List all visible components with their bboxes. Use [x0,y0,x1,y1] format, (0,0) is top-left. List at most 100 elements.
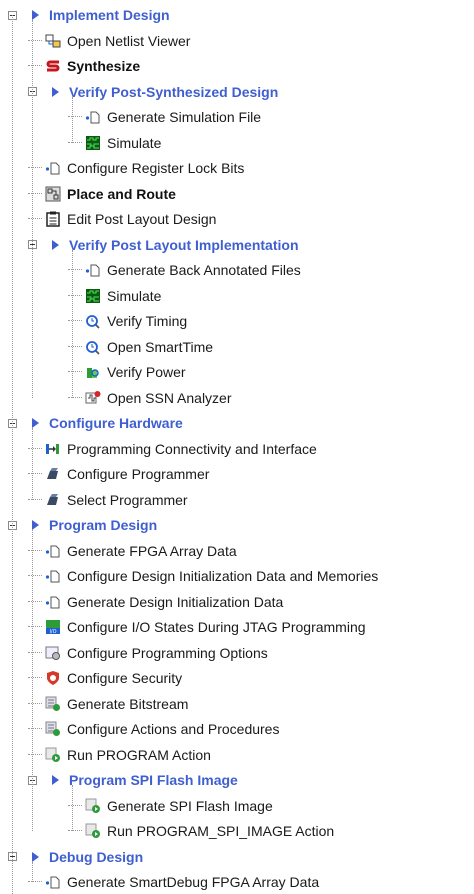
tree-node-label: Generate SmartDebug FPGA Array Data [67,874,320,890]
tree-node-label: Configure Security [67,670,183,686]
triangle-icon [47,84,63,100]
tree-connector [28,881,42,883]
waveform-icon [85,288,101,304]
tree-connector [28,39,42,42]
bitstream-icon [45,721,61,737]
tree-node-29[interactable]: Run PROGRAM Action [0,745,474,765]
document-icon [45,568,61,584]
tree-node-16[interactable]: Configure Hardware [0,413,474,433]
tree-connector [28,575,42,577]
tree-guide-spi [72,785,73,831]
tree-connector [68,345,82,348]
document-icon [85,262,101,278]
tree-connector [68,396,82,399]
triangle-icon [27,7,43,23]
tree-connector [28,498,42,501]
tree-connector [28,65,42,67]
power-icon [85,364,101,380]
tree-node-label: Verify Power [107,364,186,380]
document-icon [85,109,101,125]
tree-connector [28,626,42,628]
tree-guide-root [12,15,13,894]
document-icon [45,160,61,176]
tree-node-21[interactable]: Generate FPGA Array Data [0,541,474,561]
tree-node-33[interactable]: Debug Design [0,847,474,867]
tree-node-label: Configure Programmer [67,466,210,482]
tree-node-2[interactable]: Synthesize [0,56,474,76]
tree-node-26[interactable]: Configure Security [0,668,474,688]
tree-node-label: Generate FPGA Array Data [67,542,237,559]
tree-node-label: Run PROGRAM Action [67,746,211,763]
tree-node-19[interactable]: Select Programmer [0,490,474,510]
tree-node-label: Select Programmer [67,491,188,508]
triangle-icon [27,849,43,865]
tree-node-label: Configure Actions and Procedures [67,721,280,737]
netlist-viewer-icon [45,33,61,49]
tree-node-label: Configure Programming Options [67,644,268,661]
tree-node-label: Synthesize [67,58,141,74]
tree-node-18[interactable]: Configure Programmer [0,464,474,484]
tree-node-0[interactable]: Implement Design [0,5,474,25]
tree-node-27[interactable]: Generate Bitstream [0,694,474,714]
tree-node-28[interactable]: Configure Actions and Procedures [0,719,474,739]
tree-node-label: Edit Post Layout Design [67,211,217,227]
bitstream-icon [45,696,61,712]
tree-connector [68,294,82,297]
tree-connector [28,600,42,603]
tree-node-label: Generate Design Initialization Data [67,593,284,610]
tree-connector [28,702,42,705]
tree-node-label: Configure I/O States During JTAG Program… [67,619,366,635]
tree-connector [28,473,42,475]
tree-node-8[interactable]: Edit Post Layout Design [0,209,474,229]
io-states-icon: I/O [45,619,61,635]
tree-node-1[interactable]: Open Netlist Viewer [0,31,474,51]
tree-node-label: Simulate [107,134,162,151]
tree-node-17[interactable]: Programming Connectivity and Interface [0,439,474,459]
tree-node-label: Generate Bitstream [67,695,189,712]
tree-node-20[interactable]: Program Design [0,515,474,535]
tree-connector [68,804,82,807]
ssn-analyzer-icon [85,390,101,406]
tree-node-label: Run PROGRAM_SPI_IMAGE Action [107,823,335,839]
tree-node-34[interactable]: Generate SmartDebug FPGA Array Data [0,872,474,892]
waveform-icon [85,135,101,151]
timing-icon [85,313,101,329]
timing-icon [85,339,101,355]
tree-connector [68,830,82,832]
tree-node-7[interactable]: Place and Route [0,184,474,204]
triangle-icon [27,415,43,431]
tree-guide-debug [32,861,33,882]
programmer-icon [45,466,61,482]
tree-node-label: Programming Connectivity and Interface [67,440,317,457]
tree-node-24[interactable]: I/O Configure I/O States During JTAG Prog… [0,617,474,637]
design-flow-tree: Implement Design Open Netlist Viewer Synth… [0,0,474,894]
tree-node-label: Program SPI Flash Image [69,772,238,788]
tree-connector [28,549,42,552]
tree-guide-verify-synth [72,96,73,143]
tree-node-label: Debug Design [49,848,144,865]
run-action-icon [85,823,101,839]
document-icon [45,594,61,610]
tree-node-label: Simulate [107,287,162,304]
tree-node-25[interactable]: Configure Programming Options [0,643,474,663]
tree-connector [28,447,42,450]
tree-node-label: Configure Design Initialization Data and… [67,568,379,584]
clipboard-icon [45,211,61,227]
tree-node-6[interactable]: Configure Register Lock Bits [0,158,474,178]
triangle-icon [47,772,63,788]
tree-node-label: Verify Post-Synthesized Design [69,83,279,100]
tree-guide-verify-layout [72,249,73,398]
tree-node-label: Implement Design [49,7,170,23]
tree-guide-program [32,530,33,831]
tree-node-label: Configure Register Lock Bits [67,160,245,176]
synthesize-icon [45,58,61,74]
tree-node-label: Open SmartTime [107,338,214,355]
tree-node-label: Open Netlist Viewer [67,32,191,49]
tree-connector [28,753,42,756]
tree-connector [68,371,82,373]
tree-guide-implement [32,20,33,398]
tree-node-23[interactable]: Generate Design Initialization Data [0,592,474,612]
tree-node-label: Configure Hardware [49,415,183,431]
triangle-icon [47,237,63,253]
tree-node-22[interactable]: Configure Design Initialization Data and… [0,566,474,586]
